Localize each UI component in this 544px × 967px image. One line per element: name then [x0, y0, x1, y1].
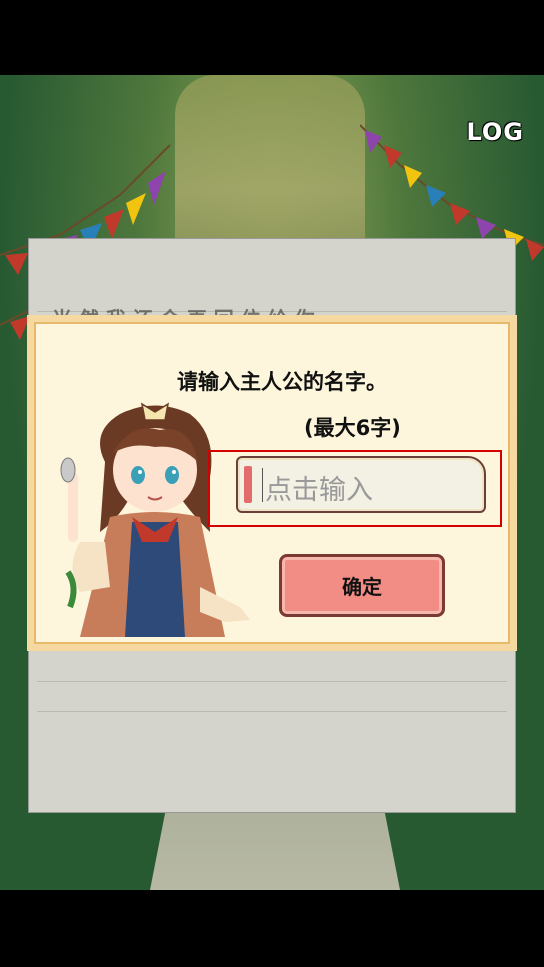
dialog-subtitle: (最大6字): [304, 416, 401, 440]
input-placeholder: 点击输入: [265, 475, 373, 506]
panel-line: [37, 711, 507, 712]
name-input-field[interactable]: 点击输入: [236, 456, 486, 513]
log-button[interactable]: LOG: [466, 118, 524, 146]
input-accent-bar: [244, 466, 252, 503]
confirm-button[interactable]: 确定: [279, 554, 445, 617]
panel-line: [37, 681, 507, 682]
text-cursor: [262, 468, 263, 502]
